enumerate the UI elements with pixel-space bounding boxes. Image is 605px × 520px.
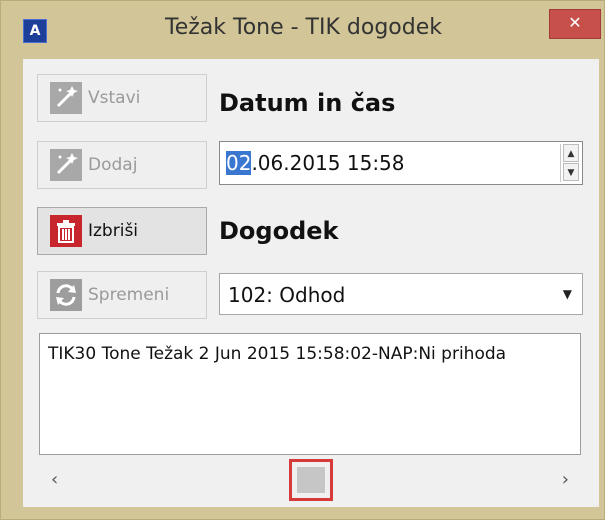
magic-wand-icon (50, 82, 82, 114)
refresh-icon (50, 279, 82, 311)
chevron-down-icon[interactable]: ▼ (563, 287, 572, 301)
dialog-content: Vstavi Dodaj Izbriši Spremeni Datum in č… (23, 59, 599, 507)
datetime-selected-part: 02 (226, 151, 252, 175)
change-button[interactable]: Spremeni (37, 271, 207, 319)
datetime-heading: Datum in čas (219, 89, 396, 117)
scroll-left-arrow[interactable]: ‹ (51, 469, 58, 490)
window-title: Težak Tone - TIK dogodek (165, 15, 442, 40)
event-heading: Dogodek (219, 217, 339, 245)
horizontal-scrollbar[interactable]: ‹ › (39, 459, 581, 501)
insert-button-label: Vstavi (88, 88, 141, 108)
magic-wand-icon (50, 149, 82, 181)
spin-down-button[interactable]: ▼ (563, 163, 579, 181)
datetime-spinbox[interactable]: 02.06.2015 15:58 ▲ ▼ (219, 141, 583, 185)
close-button[interactable]: ✕ (549, 9, 601, 39)
delete-button[interactable]: Izbriši (37, 207, 207, 255)
add-button[interactable]: Dodaj (37, 141, 207, 189)
spin-buttons: ▲ ▼ (560, 144, 580, 182)
title-bar[interactable]: A Težak Tone - TIK dogodek ✕ (1, 1, 604, 57)
trash-icon (50, 215, 82, 247)
insert-button[interactable]: Vstavi (37, 74, 207, 122)
change-button-label: Spremeni (88, 285, 170, 305)
dialog-window: A Težak Tone - TIK dogodek ✕ Vstavi Doda… (0, 0, 605, 520)
event-select[interactable]: 102: Odhod ▼ (219, 273, 583, 315)
scroll-thumb[interactable] (297, 467, 325, 493)
delete-button-label: Izbriši (88, 221, 139, 241)
datetime-value[interactable]: 02.06.2015 15:58 (226, 151, 405, 175)
add-button-label: Dodaj (88, 155, 138, 175)
scroll-right-arrow[interactable]: › (562, 469, 569, 490)
scroll-thumb-highlighted[interactable] (289, 459, 333, 501)
datetime-rest: .06.2015 15:58 (251, 151, 405, 175)
notes-textarea[interactable]: TIK30 Tone Težak 2 Jun 2015 15:58:02-NAP… (39, 333, 581, 455)
event-select-value: 102: Odhod (228, 283, 346, 307)
spin-up-button[interactable]: ▲ (563, 144, 579, 162)
